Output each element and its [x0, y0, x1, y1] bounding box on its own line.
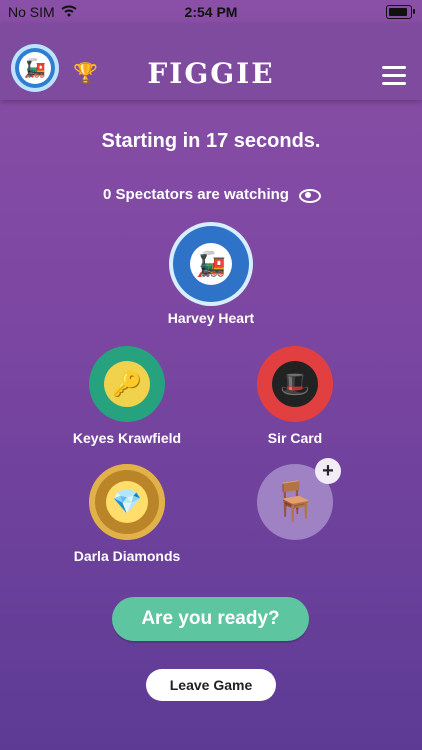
player-name: Keyes Krawfield	[72, 430, 182, 446]
add-player-icon[interactable]: +	[315, 458, 341, 484]
leave-game-button[interactable]: Leave Game	[146, 669, 276, 701]
player-avatar: 🚂	[173, 226, 249, 302]
hamburger-menu-icon[interactable]	[382, 64, 406, 85]
player-avatar: 🔑	[89, 346, 165, 422]
player-avatar: 💎	[89, 464, 165, 540]
player-keyes-krawfield: 🔑 Keyes Krawfield	[37, 346, 217, 446]
ready-button[interactable]: Are you ready?	[112, 597, 309, 641]
app-header: 🚂 🏆 FIGGIE	[0, 24, 422, 100]
spectators-label: 0 Spectators are watching	[103, 186, 289, 203]
player-name: Darla Diamonds	[73, 548, 181, 564]
player-name: Harvey Heart	[167, 310, 255, 326]
train-icon: 🚂	[190, 243, 232, 285]
spectators-row: 0 Spectators are watching	[0, 186, 422, 203]
status-time: 2:54 PM	[184, 4, 238, 20]
player-darla-diamonds: 💎 Darla Diamonds	[37, 464, 217, 564]
battery-icon	[386, 5, 415, 19]
empty-seat[interactable]: 🪑 +	[205, 458, 385, 540]
key-icon: 🔑	[104, 361, 150, 407]
eye-icon	[298, 188, 321, 203]
status-bar: No SIM 2:54 PM	[0, 0, 422, 24]
player-name: Sir Card	[267, 430, 323, 446]
diamond-icon: 💎	[106, 481, 148, 523]
countdown-title: Starting in 17 seconds.	[101, 130, 321, 152]
chair-icon: 🪑	[271, 481, 319, 523]
empty-seat-avatar[interactable]: 🪑 +	[257, 458, 341, 540]
app-logo: FIGGIE	[147, 57, 275, 90]
player-avatar: 🎩	[257, 346, 333, 422]
player-sir-card: 🎩 Sir Card	[205, 346, 385, 446]
player-harvey-heart: 🚂 Harvey Heart	[121, 226, 301, 326]
top-hat-icon: 🎩	[272, 361, 318, 407]
